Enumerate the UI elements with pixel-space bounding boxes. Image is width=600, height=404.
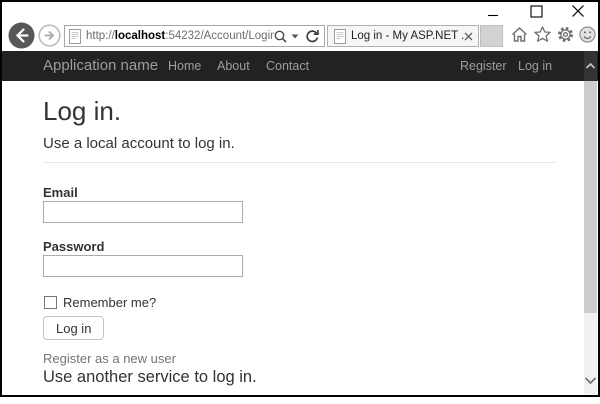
remember-me-checkbox[interactable] xyxy=(44,296,57,309)
nav-link-home[interactable]: Home xyxy=(168,51,201,81)
url-prefix: http:// xyxy=(86,30,115,42)
forward-icon xyxy=(38,35,61,50)
address-bar[interactable]: http://localhost:54232/Account/Login xyxy=(64,25,325,47)
url-text: http://localhost:54232/Account/Login xyxy=(86,30,274,42)
maximize-icon xyxy=(530,5,543,21)
close-button[interactable] xyxy=(568,3,588,21)
remember-me-label[interactable]: Remember me? xyxy=(63,295,156,310)
minimize-button[interactable] xyxy=(484,5,502,21)
section-divider xyxy=(43,162,556,163)
back-button[interactable] xyxy=(8,22,35,49)
browser-tab[interactable]: Log in - My ASP.NET ... xyxy=(327,25,479,47)
password-field[interactable] xyxy=(43,255,243,277)
nav-link-about[interactable]: About xyxy=(217,51,250,81)
email-label: Email xyxy=(43,185,78,200)
site-navbar: Application name Home About Contact Regi… xyxy=(2,51,598,81)
local-account-subtitle: Use a local account to log in. xyxy=(43,135,235,152)
back-icon xyxy=(8,37,35,52)
url-host: localhost xyxy=(115,30,165,42)
scrollbar-up-arrow-icon[interactable] xyxy=(584,51,597,81)
settings-gear-icon[interactable] xyxy=(557,26,574,43)
nav-link-register[interactable]: Register xyxy=(460,51,507,81)
page-icon xyxy=(69,29,81,44)
tab-close-icon[interactable] xyxy=(464,32,473,41)
search-dropdown-caret-icon[interactable] xyxy=(291,34,299,39)
email-field[interactable] xyxy=(43,201,243,223)
home-icon[interactable] xyxy=(511,26,528,43)
maximize-button[interactable] xyxy=(527,4,545,21)
refresh-button[interactable] xyxy=(305,29,319,43)
scrollbar-thumb[interactable] xyxy=(584,81,597,313)
url-rest: :54232/Account/Login xyxy=(165,30,274,42)
forward-button[interactable] xyxy=(38,24,61,47)
register-new-user-link[interactable]: Register as a new user xyxy=(43,351,176,366)
nav-link-contact[interactable]: Contact xyxy=(266,51,309,81)
tab-page-icon xyxy=(334,29,346,44)
favorites-star-icon[interactable] xyxy=(534,26,551,43)
feedback-smiley-icon[interactable] xyxy=(579,26,596,43)
search-icon[interactable] xyxy=(274,30,287,43)
log-in-button[interactable]: Log in xyxy=(43,316,104,340)
page-title: Log in. xyxy=(43,96,121,127)
scrollbar-down-arrow-icon[interactable] xyxy=(584,368,597,392)
password-label: Password xyxy=(43,239,104,254)
navbar-brand[interactable]: Application name xyxy=(43,51,158,81)
close-icon xyxy=(571,4,585,21)
nav-link-login[interactable]: Log in xyxy=(518,51,552,81)
browser-window: http://localhost:54232/Account/Login Log… xyxy=(0,0,600,404)
new-tab-button[interactable] xyxy=(480,25,503,47)
other-service-heading: Use another service to log in. xyxy=(43,368,257,387)
minimize-icon xyxy=(487,6,499,21)
tab-title: Log in - My ASP.NET ... xyxy=(351,30,464,42)
